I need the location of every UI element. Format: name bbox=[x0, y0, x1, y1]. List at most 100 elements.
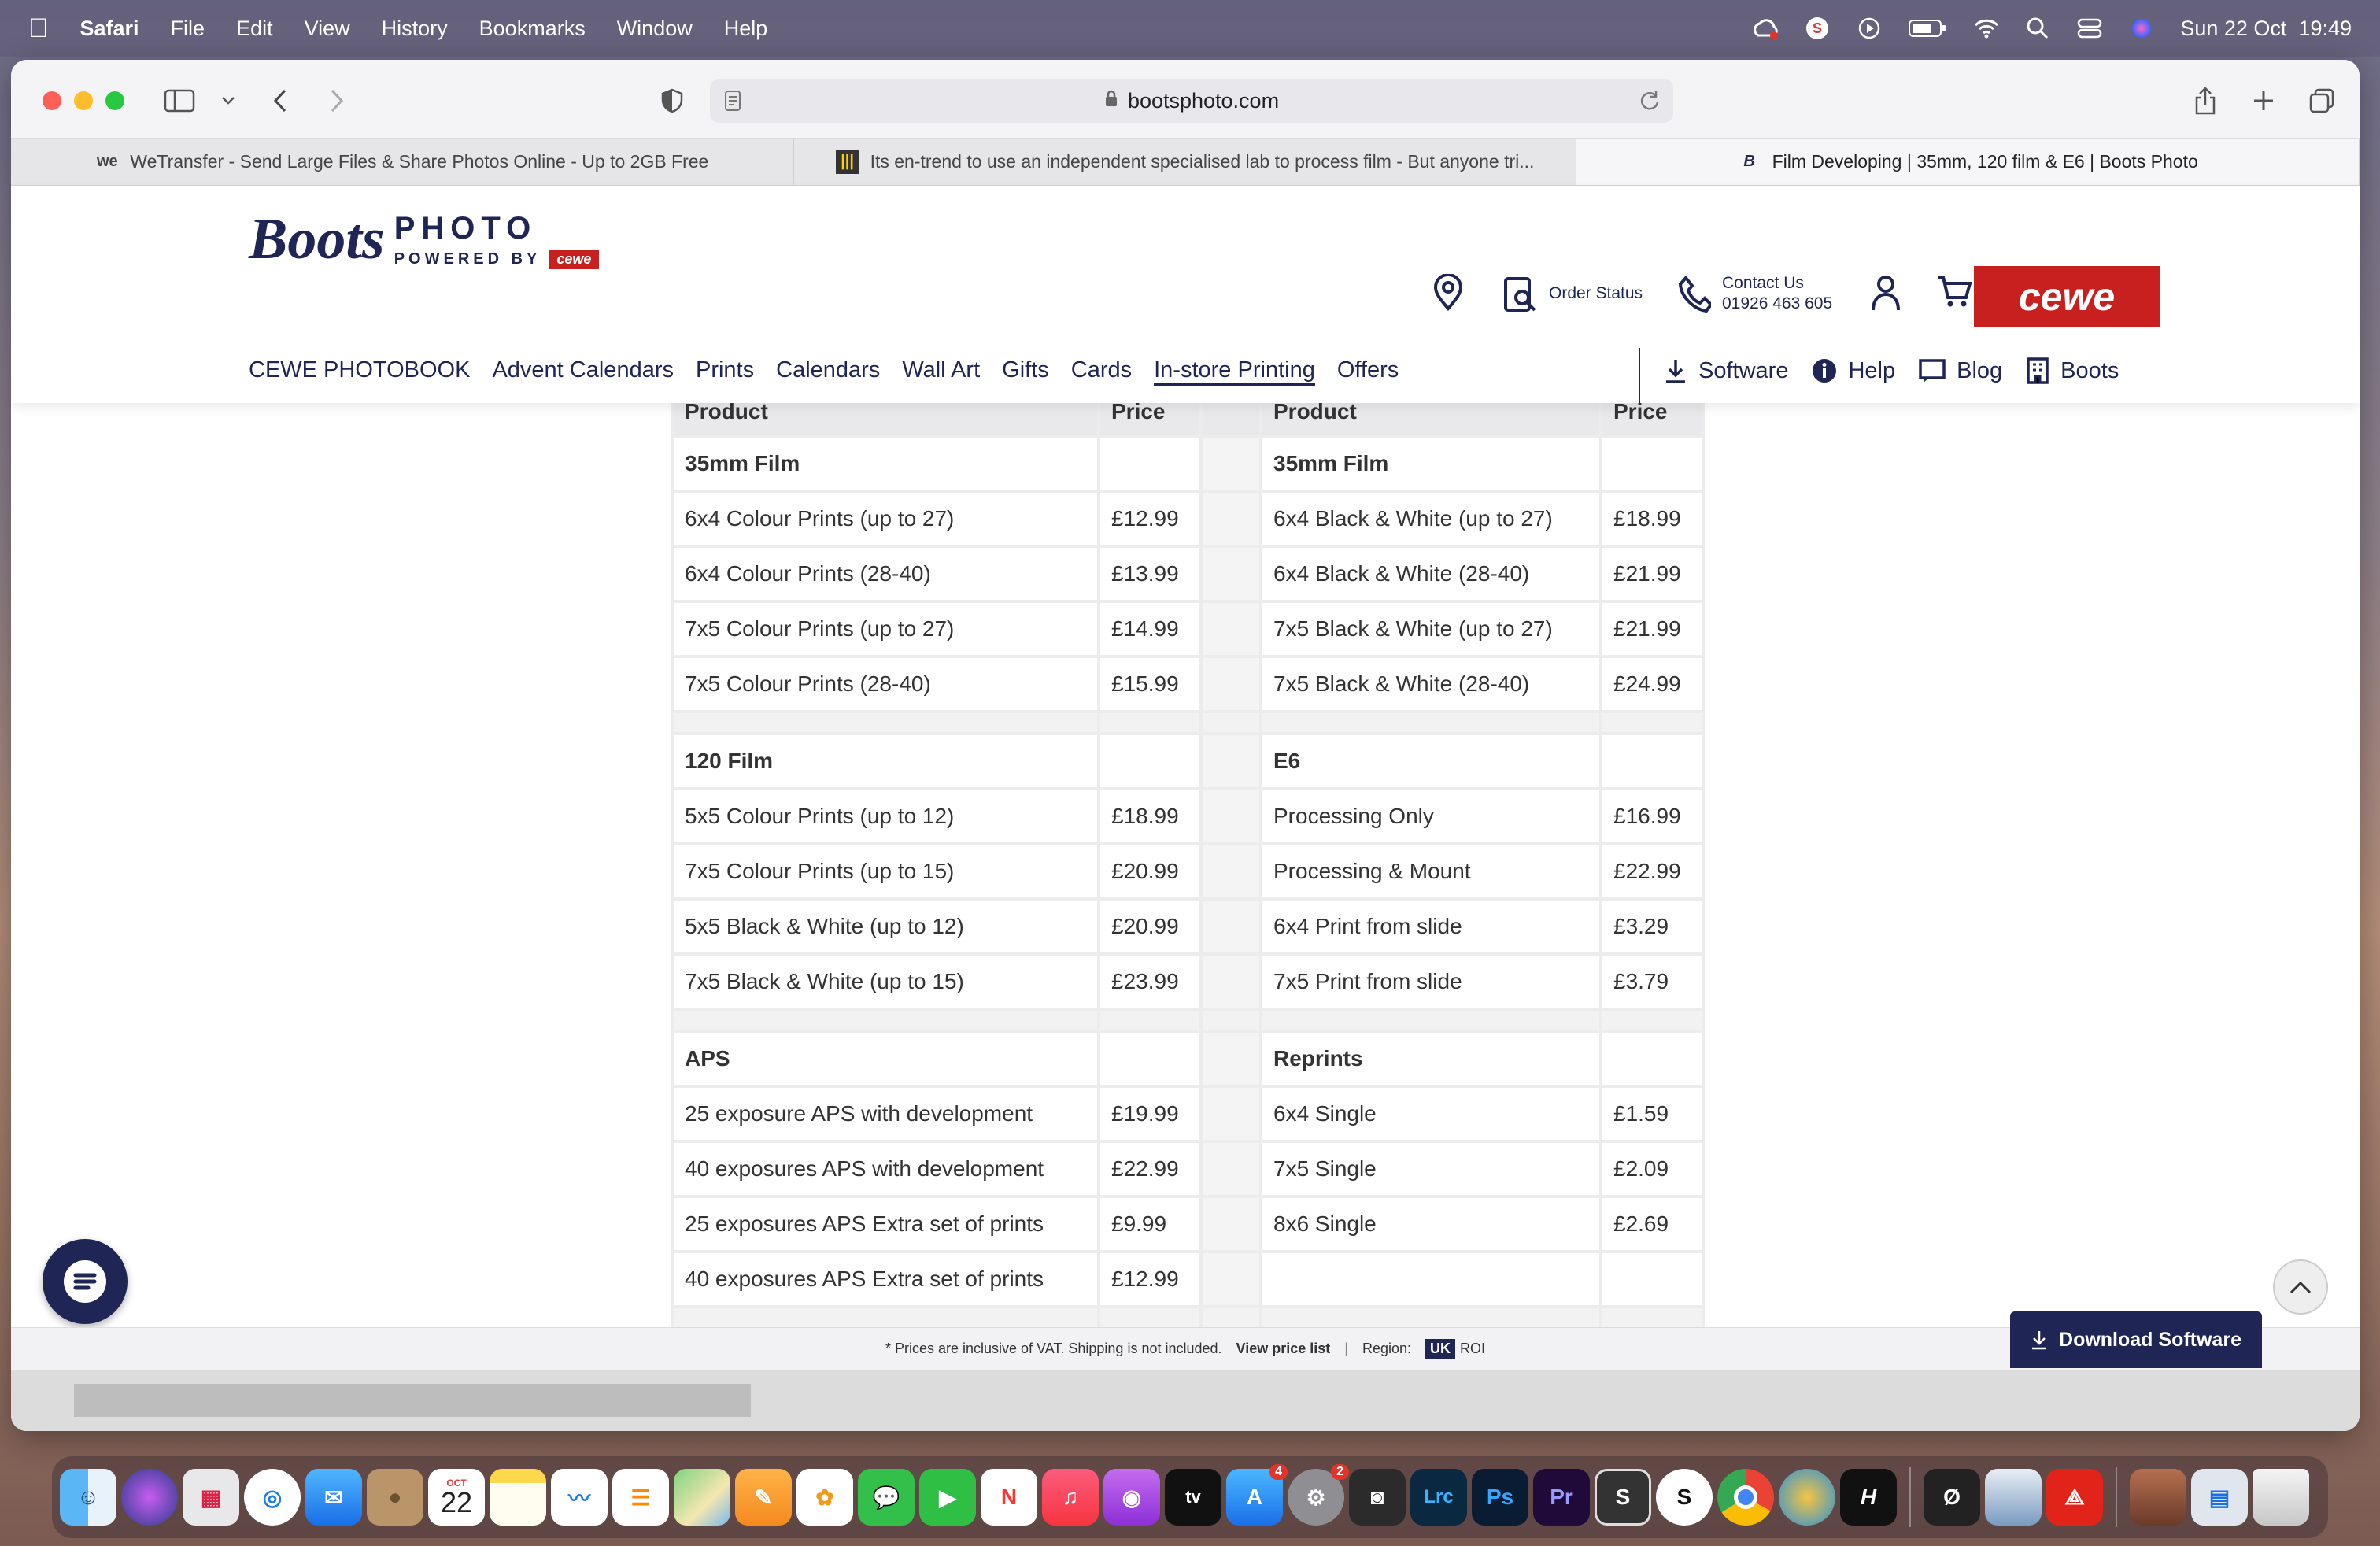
notes-icon[interactable] bbox=[490, 1469, 546, 1526]
nav-blog[interactable]: Blog bbox=[1919, 358, 2002, 384]
nav-calendars[interactable]: Calendars bbox=[776, 357, 880, 386]
share-icon[interactable] bbox=[2188, 83, 2223, 118]
downloads-stack-icon[interactable] bbox=[2130, 1469, 2186, 1526]
menu-app-safari[interactable]: Safari bbox=[80, 17, 139, 41]
nav-wall-art[interactable]: Wall Art bbox=[902, 357, 980, 386]
skype-status-icon[interactable]: S bbox=[1804, 15, 1831, 42]
nav-software[interactable]: Software bbox=[1664, 357, 1788, 384]
creative-cloud-icon[interactable] bbox=[1752, 15, 1779, 42]
calendar-icon[interactable]: OCT 22 bbox=[428, 1469, 485, 1526]
menu-file[interactable]: File bbox=[171, 17, 205, 41]
siri-app-icon[interactable] bbox=[121, 1469, 178, 1526]
chat-button[interactable] bbox=[42, 1239, 128, 1324]
privacy-shield-icon[interactable] bbox=[655, 83, 689, 118]
hype-icon[interactable]: H bbox=[1840, 1469, 1897, 1526]
music-icon[interactable]: ♫ bbox=[1042, 1469, 1099, 1526]
skype-icon[interactable]: S bbox=[1656, 1469, 1713, 1526]
menu-history[interactable]: History bbox=[382, 17, 448, 41]
menu-view[interactable]: View bbox=[305, 17, 350, 41]
price-right bbox=[1599, 1250, 1705, 1308]
safari-app-icon[interactable]: ◎ bbox=[244, 1469, 301, 1526]
apple-menu-icon[interactable]:  bbox=[28, 13, 49, 44]
reload-icon[interactable] bbox=[1639, 90, 1661, 117]
tab-overview-icon[interactable] bbox=[2304, 83, 2339, 118]
contacts-icon[interactable]: ● bbox=[367, 1469, 423, 1526]
spotlight-search-icon[interactable] bbox=[2024, 15, 2051, 42]
zero-app-icon[interactable]: Ø bbox=[1924, 1469, 1980, 1526]
store-locator-button[interactable] bbox=[1432, 274, 1464, 312]
messages-icon[interactable]: 💬 bbox=[858, 1469, 915, 1526]
siri-icon[interactable] bbox=[2128, 15, 2155, 42]
trash-icon[interactable] bbox=[2252, 1469, 2309, 1526]
network-radar-icon[interactable] bbox=[1779, 1469, 1835, 1526]
nav-cewe-photobook[interactable]: CEWE PHOTOBOOK bbox=[249, 357, 470, 386]
maps-icon[interactable] bbox=[674, 1469, 730, 1526]
region-uk-option[interactable]: UK bbox=[1425, 1339, 1455, 1359]
minimize-window-button[interactable] bbox=[74, 91, 93, 110]
basket-button[interactable] bbox=[1936, 274, 1972, 309]
nav-help[interactable]: Help bbox=[1812, 358, 1895, 384]
pages-icon[interactable]: ✎ bbox=[735, 1469, 792, 1526]
documents-stack-icon[interactable]: ▤ bbox=[2191, 1469, 2248, 1526]
tab-boots-photo[interactable]: B Film Developing | 35mm, 120 film & E6 … bbox=[1576, 139, 2360, 185]
photos-icon[interactable]: ✿ bbox=[796, 1469, 853, 1526]
nav-gifts[interactable]: Gifts bbox=[1002, 357, 1049, 386]
cewe-button[interactable]: cewe bbox=[1974, 266, 2160, 327]
apple-tv-icon[interactable]: tv bbox=[1165, 1469, 1221, 1526]
menu-window[interactable]: Window bbox=[617, 17, 693, 41]
battery-icon[interactable] bbox=[1908, 15, 1947, 42]
acrobat-icon[interactable]: ⟁ bbox=[2046, 1469, 2103, 1526]
nav-offers[interactable]: Offers bbox=[1337, 357, 1399, 386]
forward-arrow-icon[interactable] bbox=[320, 83, 354, 118]
menu-help[interactable]: Help bbox=[724, 17, 768, 41]
contact-us-button[interactable]: Contact Us 01926 463 605 bbox=[1678, 274, 1832, 313]
news-icon[interactable]: N bbox=[981, 1469, 1037, 1526]
new-tab-plus-icon[interactable] bbox=[2246, 83, 2281, 118]
tab-forum[interactable]: ||| Its en-trend to use an independent s… bbox=[794, 139, 1577, 185]
mail-icon[interactable]: ✉ bbox=[305, 1469, 362, 1526]
scroll-to-top-button[interactable] bbox=[2273, 1259, 2328, 1315]
sidebar-toggle-icon[interactable] bbox=[162, 83, 197, 118]
menu-bookmarks[interactable]: Bookmarks bbox=[479, 17, 586, 41]
reminders-icon[interactable]: ☰ bbox=[612, 1469, 669, 1526]
nav-prints[interactable]: Prints bbox=[696, 357, 754, 386]
system-settings-icon[interactable]: ⚙ 2 bbox=[1288, 1464, 1349, 1526]
wifi-icon[interactable] bbox=[1972, 15, 1999, 42]
premiere-pro-icon[interactable]: Pr bbox=[1533, 1469, 1590, 1526]
view-price-list-link[interactable]: View price list bbox=[1236, 1341, 1331, 1357]
download-software-button[interactable]: Download Software bbox=[2010, 1311, 2262, 1368]
chevron-down-icon[interactable] bbox=[211, 83, 246, 118]
account-button[interactable] bbox=[1870, 274, 1901, 312]
app-store-icon[interactable]: A4 bbox=[1226, 1464, 1288, 1526]
lightroom-classic-icon[interactable]: Lrc bbox=[1410, 1469, 1467, 1526]
freeform-icon[interactable]: 〰 bbox=[551, 1469, 608, 1526]
region-roi-option[interactable]: ROI bbox=[1460, 1341, 1485, 1357]
chrome-icon[interactable] bbox=[1717, 1469, 1774, 1526]
clock[interactable]: Sun 22 Oct 19:49 bbox=[2180, 17, 2352, 41]
launchpad-icon[interactable]: ▦ bbox=[183, 1469, 239, 1526]
finder-icon[interactable]: ☺ bbox=[60, 1469, 116, 1526]
nav-cards[interactable]: Cards bbox=[1071, 357, 1132, 386]
boots-photo-logo[interactable]: Boots PHOTO POWERED BY cewe bbox=[249, 206, 600, 273]
close-window-button[interactable] bbox=[42, 91, 61, 110]
photoshop-icon[interactable]: Ps bbox=[1472, 1469, 1528, 1526]
tab-wetransfer[interactable]: we WeTransfer - Send Large Files & Share… bbox=[11, 139, 794, 185]
play-icon[interactable] bbox=[1856, 15, 1883, 42]
scrollbar-thumb[interactable] bbox=[74, 1384, 751, 1417]
imaging-app-icon[interactable] bbox=[1985, 1469, 2042, 1526]
back-arrow-icon[interactable] bbox=[263, 83, 298, 118]
section-title-right: E6 bbox=[1259, 732, 1602, 790]
podcasts-icon[interactable]: ◉ bbox=[1103, 1469, 1160, 1526]
address-bar[interactable]: bootsphoto.com bbox=[710, 79, 1673, 123]
nav-advent-calendars[interactable]: Advent Calendars bbox=[492, 357, 674, 386]
zoom-window-button[interactable] bbox=[105, 91, 124, 110]
facetime-icon[interactable]: ▶ bbox=[919, 1469, 976, 1526]
menu-edit[interactable]: Edit bbox=[236, 17, 273, 41]
screenshot-icon[interactable]: ◙ bbox=[1349, 1469, 1406, 1526]
order-status-button[interactable]: Order Status bbox=[1503, 274, 1643, 313]
nav-in-store-printing[interactable]: In-store Printing bbox=[1154, 357, 1315, 386]
scrivener-icon[interactable]: S bbox=[1595, 1469, 1651, 1526]
control-center-icon[interactable] bbox=[2076, 15, 2103, 42]
horizontal-scrollbar[interactable] bbox=[11, 1370, 2360, 1431]
nav-boots[interactable]: Boots bbox=[2026, 357, 2119, 384]
